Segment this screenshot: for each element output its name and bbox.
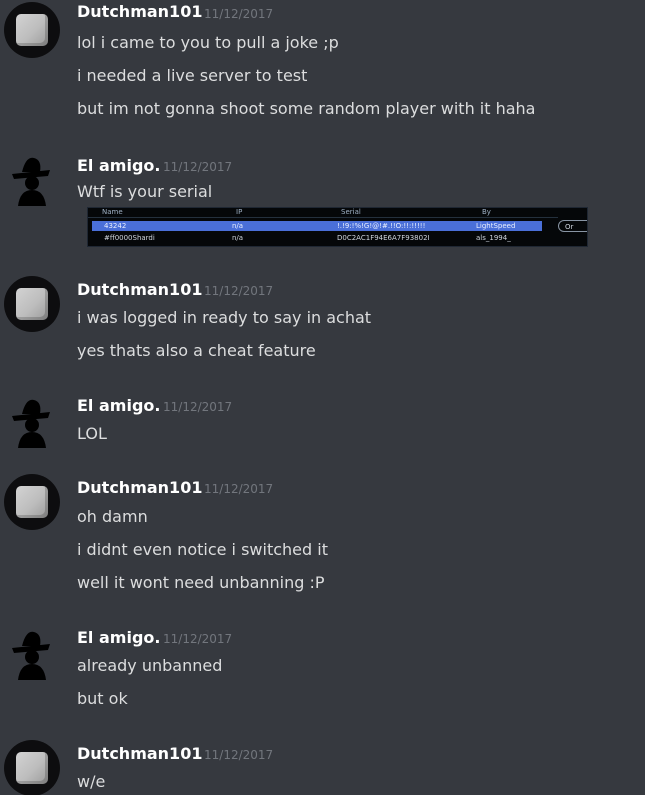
column-header-ip: IP [236, 208, 243, 216]
silhouette-hat-avatar-icon[interactable] [4, 150, 60, 206]
serial-table-side-button[interactable]: Or [558, 220, 587, 232]
message-line: lol i came to you to pull a joke ;p [77, 33, 339, 52]
message-line: LOL [77, 424, 107, 443]
cell-ip: n/a [232, 234, 244, 242]
column-header-serial: Serial [341, 208, 361, 216]
timestamp: 11/12/2017 [163, 632, 233, 646]
message-line: well it wont need unbanning :P [77, 573, 325, 592]
message-line: Wtf is your serial [77, 182, 213, 201]
silhouette-hat-avatar-icon[interactable] [4, 624, 60, 680]
timestamp: 11/12/2017 [204, 482, 274, 496]
username[interactable]: El amigo. [77, 628, 160, 647]
timestamp: 11/12/2017 [163, 160, 233, 174]
message-line: w/e [77, 772, 106, 791]
serial-table-header: Name IP Serial By [88, 208, 558, 218]
username[interactable]: Dutchman101 [77, 744, 202, 763]
column-header-name: Name [102, 208, 123, 216]
cell-serial: D0C2AC1F94E6A7F93802I [337, 234, 430, 242]
message-line: but ok [77, 689, 128, 708]
column-header-by: By [482, 208, 491, 216]
message-line: i didnt even notice i switched it [77, 540, 328, 559]
cell-name: 43242 [104, 222, 127, 230]
cell-ip: n/a [232, 222, 244, 230]
cell-name: #ff0000Shardi [104, 234, 155, 242]
username[interactable]: Dutchman101 [77, 280, 202, 299]
serial-table-row: #ff0000Shardi n/a D0C2AC1F94E6A7F93802I … [92, 233, 542, 243]
timestamp: 11/12/2017 [204, 748, 274, 762]
timestamp: 11/12/2017 [204, 284, 274, 298]
silhouette-hat-avatar-icon[interactable] [4, 392, 60, 448]
cell-by: als_1994_ [476, 234, 511, 242]
chat-messages: Dutchman101 11/12/2017 lol i came to you… [0, 0, 645, 795]
gray-cube-avatar-icon[interactable] [4, 474, 60, 530]
username[interactable]: Dutchman101 [77, 478, 202, 497]
cell-serial: !.!9:!%!G!@!#.!!O:!!:!!!!! [337, 222, 426, 230]
gray-cube-avatar-icon[interactable] [4, 740, 60, 795]
gray-cube-avatar-icon[interactable] [4, 2, 60, 58]
message-line: but im not gonna shoot some random playe… [77, 99, 536, 118]
serial-table-image[interactable]: Name IP Serial By 43242 n/a !.!9:!%!G!@!… [87, 207, 588, 247]
message-line: i needed a live server to test [77, 66, 308, 85]
message-line: yes thats also a cheat feature [77, 341, 316, 360]
message-line: oh damn [77, 507, 148, 526]
timestamp: 11/12/2017 [204, 7, 274, 21]
message-line: i was logged in ready to say in achat [77, 308, 372, 327]
username[interactable]: Dutchman101 [77, 2, 202, 21]
message-line: already unbanned [77, 656, 223, 675]
username[interactable]: El amigo. [77, 396, 160, 415]
timestamp: 11/12/2017 [163, 400, 233, 414]
cell-by: LightSpeed [476, 222, 516, 230]
serial-table-row: 43242 n/a !.!9:!%!G!@!#.!!O:!!:!!!!! Lig… [92, 221, 542, 231]
username[interactable]: El amigo. [77, 156, 160, 175]
gray-cube-avatar-icon[interactable] [4, 276, 60, 332]
